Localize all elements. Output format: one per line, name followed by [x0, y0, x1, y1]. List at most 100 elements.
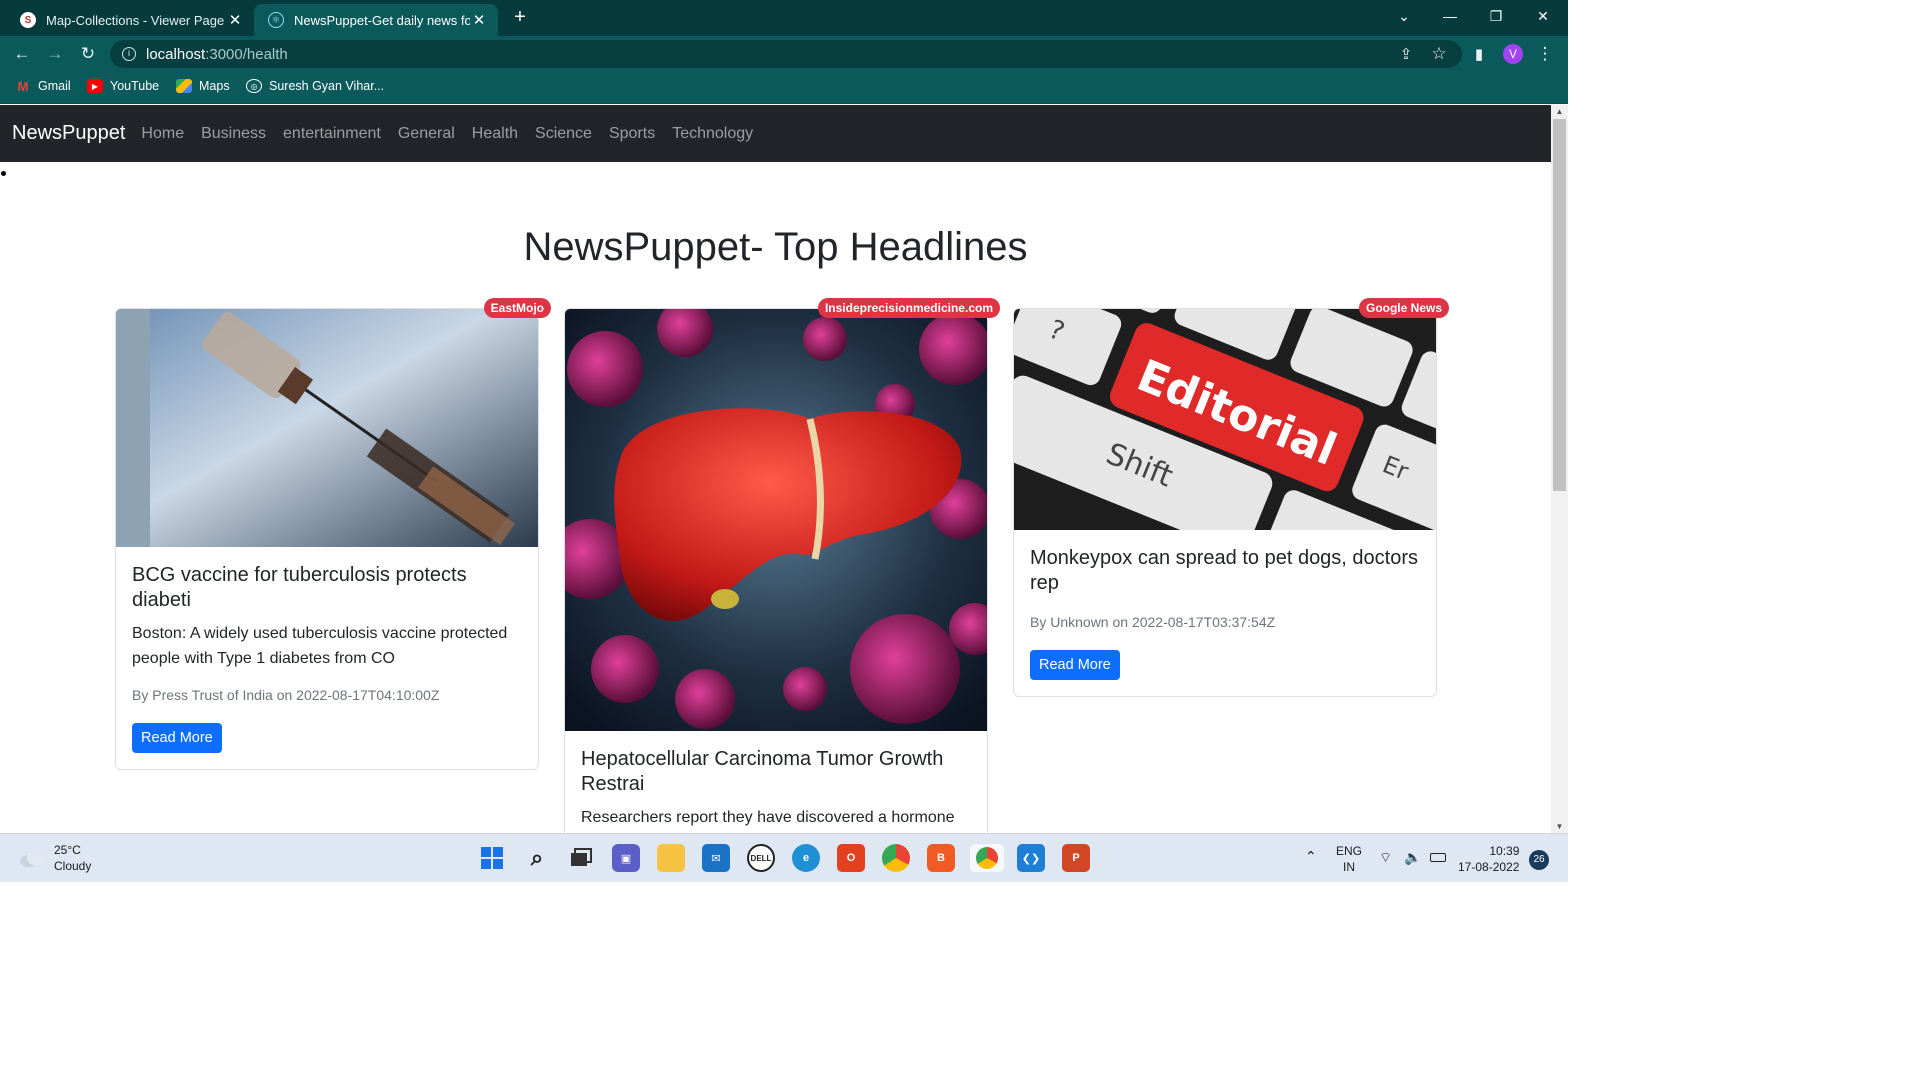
bookmarks-bar: M Gmail ▶ YouTube Maps ◎ Suresh Gyan Vih…	[0, 72, 1568, 104]
article-image-liver[interactable]	[565, 309, 987, 731]
nav-link-entertainment[interactable]: entertainment	[283, 125, 381, 143]
share-icon[interactable]: ⇪	[1393, 41, 1419, 67]
news-card: Insideprecisionmedicine.com Hepatocellul…	[564, 298, 1000, 833]
clock-date: 17-08-2022	[1458, 860, 1520, 874]
nav-link-business[interactable]: Business	[201, 125, 266, 143]
maps-icon	[176, 79, 192, 93]
menu-kebab-icon[interactable]: ⋮	[1532, 41, 1558, 67]
weather-condition: Cloudy	[54, 859, 92, 873]
source-badge: EastMojo	[483, 298, 551, 318]
mail-icon[interactable]: ✉	[702, 844, 730, 872]
bookmark-label: Maps	[199, 79, 230, 93]
bookmark-maps[interactable]: Maps	[176, 79, 230, 93]
start-windows-icon[interactable]	[478, 844, 506, 872]
liver-cancer-cells-image	[565, 309, 987, 731]
restore-button[interactable]: ❐	[1473, 0, 1519, 32]
bookmark-suresh-gyan-vihar[interactable]: ◎ Suresh Gyan Vihar...	[246, 79, 384, 93]
editorial-keyboard-image: Editorial Shift ? Er	[1014, 309, 1436, 530]
map-collections-favicon-icon: S	[20, 12, 36, 28]
tab-search-chevron-icon[interactable]: ⌄	[1381, 0, 1427, 32]
new-tab-button[interactable]: +	[508, 6, 532, 30]
gmail-icon: M	[17, 78, 29, 94]
forward-arrow-icon[interactable]: →	[42, 41, 68, 67]
article-description: Boston: A widely used tuberculosis vacci…	[132, 625, 508, 667]
article-title: BCG vaccine for tuberculosis protects di…	[132, 564, 467, 611]
office-icon[interactable]: O	[837, 844, 865, 872]
browser-tab-strip: S Map-Collections - Viewer Page | ✕ ⚛ Ne…	[0, 0, 1568, 36]
show-hidden-icons-chevron-icon[interactable]: ⌃	[1305, 848, 1317, 864]
scrollbar-thumb[interactable]	[1553, 119, 1566, 491]
minimize-button[interactable]: —	[1427, 0, 1473, 32]
nav-link-home[interactable]: Home	[141, 125, 184, 143]
bookmark-gmail[interactable]: M Gmail	[15, 78, 71, 94]
file-explorer-icon[interactable]	[657, 844, 685, 872]
nav-link-science[interactable]: Science	[535, 125, 592, 143]
nav-link-health[interactable]: Health	[472, 125, 518, 143]
cloud-icon	[20, 851, 43, 867]
language-indicator[interactable]: ENG IN	[1336, 843, 1362, 875]
brave-browser-icon[interactable]: B	[927, 844, 955, 872]
tab-newspuppet[interactable]: ⚛ NewsPuppet-Get daily news for f ✕	[254, 4, 498, 36]
page-scrollbar[interactable]: ▲ ▼	[1551, 105, 1568, 833]
close-tab-icon[interactable]: ✕	[226, 11, 244, 29]
site-info-icon[interactable]: i	[122, 47, 136, 61]
address-bar[interactable]: i localhost:3000/health	[110, 40, 1462, 68]
teams-chat-icon[interactable]: ▣	[612, 844, 640, 872]
article-title: Hepatocellular Carcinoma Tumor Growth Re…	[581, 748, 944, 795]
weather-widget[interactable]: 25°C Cloudy	[18, 842, 91, 874]
site-navbar: NewsPuppet Home Business entertainment G…	[0, 105, 1551, 162]
news-card: EastMojo BCG vaccine for tuberculosis pr…	[115, 298, 551, 770]
language-code: ENG	[1336, 844, 1363, 858]
youtube-icon: ▶	[87, 79, 103, 93]
dell-icon[interactable]: DELL	[747, 844, 775, 872]
react-favicon-icon: ⚛	[268, 12, 284, 28]
nav-link-general[interactable]: General	[398, 125, 455, 143]
chrome-profile-icon[interactable]	[970, 844, 1004, 872]
volume-icon[interactable]: 🔈	[1404, 849, 1421, 865]
tab-map-collections[interactable]: S Map-Collections - Viewer Page | ✕	[6, 4, 254, 36]
article-image-editorial[interactable]: Editorial Shift ? Er	[1014, 309, 1436, 530]
news-card: Google News Editorial Shift ? Er Monkeyp…	[1013, 298, 1449, 697]
vscode-icon[interactable]: ❮❯	[1017, 844, 1045, 872]
bookmark-youtube[interactable]: ▶ YouTube	[87, 79, 159, 93]
page-title: NewsPuppet- Top Headlines	[523, 225, 1028, 269]
source-badge: Google News	[1358, 298, 1449, 318]
notification-count-badge[interactable]: 26	[1529, 850, 1549, 870]
read-more-button[interactable]: Read More	[1030, 650, 1120, 680]
article-title: Monkeypox can spread to pet dogs, doctor…	[1030, 547, 1419, 594]
url-path: :3000/health	[205, 45, 288, 63]
stray-list-bullet	[1, 171, 6, 176]
side-panel-icon[interactable]: ▮	[1466, 41, 1492, 67]
windows-taskbar: 25°C Cloudy ⌕ ▣ ✉ DELL e O B ❮❯ P ⌃ ENG …	[0, 833, 1568, 882]
bookmark-label: Suresh Gyan Vihar...	[269, 79, 385, 93]
close-tab-icon[interactable]: ✕	[470, 11, 488, 29]
read-more-button[interactable]: Read More	[132, 723, 222, 753]
nav-link-sports[interactable]: Sports	[609, 125, 655, 143]
vaccine-syringe-image	[116, 309, 538, 547]
bookmark-label: YouTube	[110, 79, 160, 93]
powerpoint-icon[interactable]: P	[1062, 844, 1090, 872]
edge-browser-icon[interactable]: e	[792, 844, 820, 872]
search-icon[interactable]: ⌕	[523, 844, 551, 872]
article-image-vaccine[interactable]	[116, 309, 538, 547]
wifi-icon[interactable]: ⌔	[1379, 849, 1392, 865]
profile-avatar[interactable]: V	[1503, 44, 1523, 64]
reload-icon[interactable]: ↻	[75, 41, 101, 67]
clock-time: 10:39	[1489, 844, 1520, 858]
article-meta: By Unknown on 2022-08-17T03:37:54Z	[1030, 614, 1276, 630]
scroll-up-arrow-icon[interactable]: ▲	[1551, 107, 1568, 116]
chrome-icon[interactable]	[882, 844, 910, 872]
back-arrow-icon[interactable]: ←	[9, 41, 35, 67]
clock[interactable]: 10:39 17-08-2022	[1458, 843, 1519, 875]
browser-toolbar: ← → ↻ i localhost:3000/health ⇪ ☆ ▮ V ⋮	[0, 36, 1568, 72]
source-badge: Insideprecisionmedicine.com	[817, 298, 1000, 318]
task-view-icon[interactable]	[567, 844, 595, 872]
article-meta: By Press Trust of India on 2022-08-17T04…	[132, 687, 440, 703]
battery-icon[interactable]	[1430, 850, 1446, 866]
page-viewport: NewsPuppet Home Business entertainment G…	[0, 105, 1551, 833]
close-window-button[interactable]: ✕	[1520, 0, 1566, 32]
brand-logo[interactable]: NewsPuppet	[12, 122, 125, 145]
scroll-down-arrow-icon[interactable]: ▼	[1551, 822, 1568, 831]
nav-link-technology[interactable]: Technology	[672, 125, 753, 143]
bookmark-star-icon[interactable]: ☆	[1426, 41, 1452, 67]
